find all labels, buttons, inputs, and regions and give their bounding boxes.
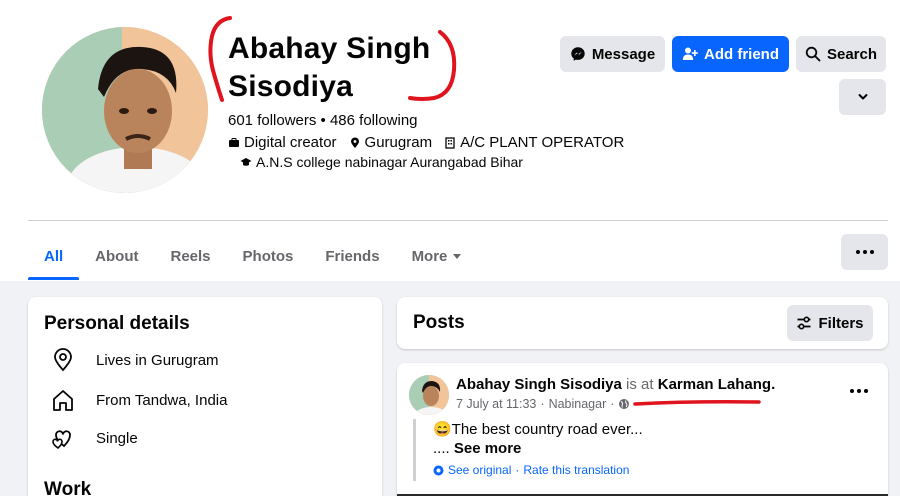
tab-more-options-button[interactable]: [841, 234, 888, 270]
message-button[interactable]: Message: [560, 36, 665, 72]
post-header-line: Abahay Singh Sisodiya is at Karman Lahan…: [456, 376, 775, 393]
filters-button[interactable]: Filters: [787, 305, 873, 341]
search-button-label: Search: [826, 45, 878, 63]
detail-from-text[interactable]: From Tandwa, India: [96, 392, 227, 409]
filters-button-label: Filters: [818, 314, 864, 332]
briefcase-icon: [228, 137, 240, 149]
tab-label: Friends: [325, 247, 380, 265]
tab-friends[interactable]: Friends: [309, 232, 395, 280]
detail-relationship-text: Single: [96, 429, 138, 447]
profile-picture[interactable]: [42, 27, 208, 193]
intro-location: Gurugram: [349, 134, 433, 151]
translation-separator: ·: [515, 463, 520, 477]
see-more-prefix: ....: [433, 440, 450, 457]
tab-about[interactable]: About: [79, 232, 154, 280]
post-location[interactable]: Nabinagar: [549, 397, 607, 411]
post-options-button[interactable]: [846, 381, 872, 401]
location-pin-icon: [50, 347, 76, 373]
detail-lives-in-text[interactable]: Lives in Gurugram: [96, 352, 219, 369]
tab-more[interactable]: More: [396, 232, 478, 280]
tab-label: All: [44, 247, 64, 265]
intro-category: Digital creator: [228, 134, 337, 151]
building-icon: [444, 136, 456, 149]
post-date[interactable]: 7 July at 11:33: [456, 397, 536, 411]
post-card: Abahay Singh Sisodiya is at Karman Lahan…: [397, 363, 888, 496]
avatar-image: [409, 375, 449, 415]
graduation-cap-icon: [240, 156, 252, 168]
personal-details-title: Personal details: [44, 313, 190, 334]
tab-label: About: [95, 247, 139, 265]
see-more-link[interactable]: See more: [454, 440, 522, 457]
meta-separator: ·: [610, 397, 615, 411]
add-friend-button[interactable]: Add friend: [672, 36, 789, 72]
more-dots-icon: [855, 250, 874, 254]
tab-label: Photos: [242, 247, 294, 265]
profile-name-line2: Sisodiya: [228, 70, 353, 103]
translation-row: See original · Rate this translation: [433, 463, 629, 477]
see-more-line: .... See more: [433, 440, 521, 457]
detail-from: From Tandwa, India: [50, 387, 227, 413]
chevron-down-icon: [855, 89, 871, 105]
personal-details-card: Personal details Lives in Gurugram From …: [28, 297, 382, 496]
translation-quote-bar: [413, 419, 416, 481]
post-place-link[interactable]: Karman Lahang: [658, 376, 771, 393]
intro-education: A.N.S college nabinagar Aurangabad Bihar: [240, 154, 523, 170]
search-icon: [805, 46, 821, 62]
intro-category-text: Digital creator: [244, 134, 337, 151]
message-button-label: Message: [591, 45, 656, 63]
profile-photo-image: [42, 27, 208, 193]
post-connector-text: is at: [626, 376, 654, 393]
rate-translation-link[interactable]: Rate this translation: [523, 463, 629, 477]
profile-name: Abahay Singh Sisodiya: [228, 30, 478, 106]
intro-job-text: A/C PLANT OPERATOR: [460, 134, 625, 151]
more-profile-actions-button[interactable]: [839, 79, 886, 115]
work-section-title: Work: [44, 479, 92, 496]
hearts-icon: [50, 425, 76, 451]
translate-gear-icon: [433, 465, 444, 476]
tab-reels[interactable]: Reels: [155, 232, 227, 280]
post-text: 😄The best country road ever...: [433, 421, 643, 438]
search-button[interactable]: Search: [796, 36, 886, 72]
post-meta: 7 July at 11:33 · Nabinagar ·: [456, 397, 630, 411]
post-author-name[interactable]: Abahay Singh Sisodiya: [456, 376, 622, 393]
tab-label: Reels: [170, 247, 211, 265]
meta-separator: ·: [540, 397, 545, 411]
see-original-link[interactable]: See original: [448, 463, 511, 477]
tab-photos[interactable]: Photos: [227, 232, 310, 280]
intro-row: Digital creator Gurugram A/C PLANT OPERA…: [228, 134, 632, 151]
detail-relationship: Single: [50, 425, 138, 451]
messenger-icon: [570, 46, 586, 62]
intro-education-text[interactable]: A.N.S college nabinagar Aurangabad Bihar: [256, 154, 523, 170]
posts-title: Posts: [413, 312, 465, 333]
profile-name-line1: Abahay Singh: [228, 32, 431, 65]
intro-job: A/C PLANT OPERATOR: [444, 134, 624, 151]
post-header-period: .: [771, 376, 776, 393]
header-divider: [28, 220, 888, 221]
follower-stats[interactable]: 601 followers • 486 following: [228, 112, 418, 129]
location-pin-icon: [349, 137, 361, 149]
caret-down-icon: [453, 253, 462, 259]
filters-icon: [796, 315, 812, 331]
post-author-avatar[interactable]: [409, 375, 449, 415]
intro-location-text[interactable]: Gurugram: [365, 134, 433, 151]
add-friend-icon: [682, 46, 698, 62]
home-icon: [50, 387, 76, 413]
tab-label: More: [411, 247, 448, 265]
globe-icon[interactable]: [618, 398, 630, 410]
profile-tabs: All About Reels Photos Friends More: [28, 232, 477, 280]
tab-all[interactable]: All: [28, 232, 80, 280]
add-friend-button-label: Add friend: [704, 45, 779, 63]
detail-lives-in: Lives in Gurugram: [50, 347, 219, 373]
red-annotation-underline: [633, 400, 761, 406]
